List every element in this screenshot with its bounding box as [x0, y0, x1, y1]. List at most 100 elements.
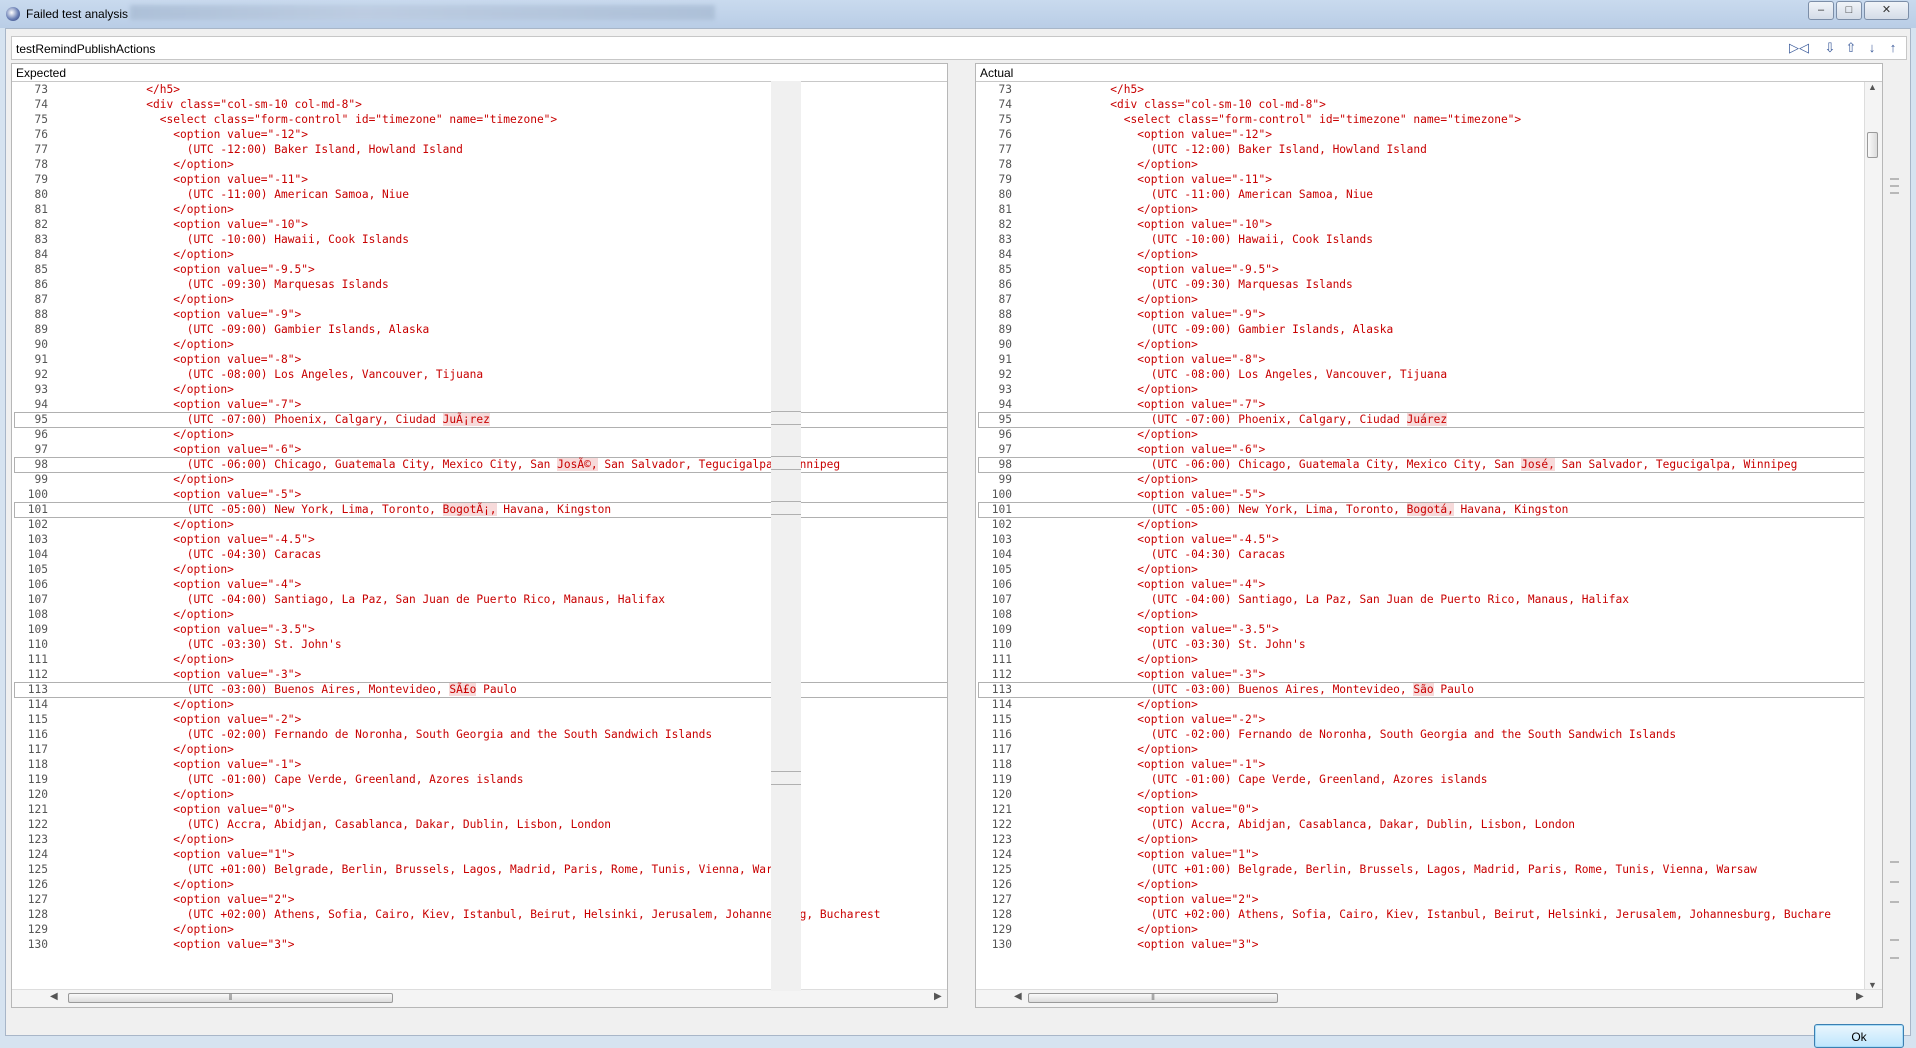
- line-text: </option>: [52, 607, 234, 622]
- scroll-left-icon[interactable]: ◀: [1014, 991, 1022, 1002]
- ok-button[interactable]: Ok: [1814, 1024, 1904, 1048]
- code-text: </option>: [52, 563, 234, 576]
- close-button[interactable]: ✕: [1864, 1, 1909, 20]
- code-text: (UTC -01:00) Cape Verde, Greenland, Azor…: [52, 773, 524, 786]
- scroll-right-icon[interactable]: ▶: [934, 991, 942, 1002]
- code-text: (UTC -03:00) Buenos Aires, Montevideo,: [1016, 683, 1414, 696]
- line-text: <option value="-7">: [1016, 397, 1265, 412]
- scroll-up-icon[interactable]: ▲: [1868, 82, 1877, 92]
- expected-pane: Expected 73 </h5> 74 <div class="col-sm-1…: [11, 63, 948, 1008]
- line-text: <option value="2">: [52, 892, 294, 907]
- code-text: </option>: [1016, 698, 1198, 711]
- code-text: <option value="-9">: [1016, 308, 1266, 321]
- maximize-button[interactable]: □: [1836, 1, 1862, 20]
- diff-overview-ruler[interactable]: [1883, 81, 1903, 989]
- line-number: 87: [998, 293, 1012, 306]
- code-text: <option value="-11">: [1016, 173, 1272, 186]
- scroll-right-icon[interactable]: ▶: [1856, 991, 1864, 1002]
- line-text: <option value="-4.5">: [52, 532, 314, 547]
- line-number: 128: [991, 908, 1012, 921]
- line-text: </option>: [52, 562, 234, 577]
- line-number: 73: [34, 83, 48, 96]
- actual-horizontal-scrollbar[interactable]: ◀ ⦀ ▶: [976, 989, 1882, 1007]
- code-text: </option>: [52, 248, 234, 261]
- actual-vertical-scrollbar[interactable]: ▲ ▼: [1864, 82, 1882, 990]
- expected-code-view[interactable]: 73 </h5> 74 <div class="col-sm-10 col-md-…: [12, 82, 947, 990]
- code-text: </option>: [1016, 428, 1198, 441]
- code-text: (UTC -09:00) Gambier Islands, Alaska: [52, 323, 430, 336]
- overview-marker: [1890, 861, 1899, 863]
- line-number: 127: [991, 893, 1012, 906]
- expected-horizontal-scrollbar[interactable]: ◀ ⦀ ▶: [12, 989, 947, 1007]
- code-text: </h5>: [1016, 83, 1144, 96]
- code-text: San Salvador, Tegucigalpa, Winnipeg: [1554, 458, 1798, 471]
- code-text: (UTC -10:00) Hawaii, Cook Islands: [52, 233, 409, 246]
- code-text: </option>: [52, 923, 234, 936]
- code-line: 126 </option>: [976, 877, 1865, 892]
- line-number: 86: [998, 278, 1012, 291]
- diff-line: 98 (UTC -06:00) Chicago, Guatemala City,…: [12, 457, 947, 473]
- code-line: 124 <option value="1">: [12, 847, 947, 862]
- previous-difference-icon[interactable]: ⇧: [1842, 39, 1860, 57]
- title-bar[interactable]: Failed test analysis – □ ✕: [0, 0, 1916, 28]
- line-text: </option>: [1016, 472, 1198, 487]
- close-icon: ✕: [1881, 4, 1892, 16]
- code-text: </option>: [52, 158, 234, 171]
- line-number: 104: [991, 548, 1012, 561]
- code-text: Havana, Kingston: [1453, 503, 1569, 516]
- line-number: 73: [998, 83, 1012, 96]
- line-number: 83: [998, 233, 1012, 246]
- line-number: 80: [34, 188, 48, 201]
- line-number: 114: [27, 698, 48, 711]
- line-text: </option>: [52, 517, 234, 532]
- next-change-icon[interactable]: ↓: [1863, 39, 1881, 57]
- line-number: 81: [998, 203, 1012, 216]
- code-line: 75 <select class="form-control" id="time…: [12, 112, 947, 127]
- line-number: 100: [27, 488, 48, 501]
- line-text: </option>: [52, 742, 234, 757]
- code-text: <option value="-8">: [52, 353, 302, 366]
- code-line: 94 <option value="-7">: [12, 397, 947, 412]
- code-line: 90 </option>: [976, 337, 1865, 352]
- line-number: 90: [34, 338, 48, 351]
- code-line: 86 (UTC -09:30) Marquesas Islands: [12, 277, 947, 292]
- code-line: 121 <option value="0">: [976, 802, 1865, 817]
- code-line: 89 (UTC -09:00) Gambier Islands, Alaska: [12, 322, 947, 337]
- next-difference-icon[interactable]: ⇩: [1821, 39, 1839, 57]
- line-text: (UTC -11:00) American Samoa, Niue: [52, 187, 409, 202]
- code-line: 117 </option>: [12, 742, 947, 757]
- diff-connector-band: [771, 771, 801, 785]
- line-number: 112: [991, 668, 1012, 681]
- copy-left-to-right-icon[interactable]: ▷◁: [1789, 39, 1809, 57]
- line-number: 79: [998, 173, 1012, 186]
- line-text: <option value="0">: [52, 802, 294, 817]
- minimize-button[interactable]: –: [1808, 1, 1834, 20]
- scroll-thumb[interactable]: ⦀: [68, 993, 393, 1003]
- actual-code-view[interactable]: 73 </h5> 74 <div class="col-sm-10 col-md-…: [976, 82, 1865, 990]
- line-text: </option>: [52, 877, 234, 892]
- code-text: San Salvador, Tegucigalpa, Winnipeg: [597, 458, 841, 471]
- code-line: 112 <option value="-3">: [976, 667, 1865, 682]
- line-number: 111: [27, 653, 48, 666]
- line-number: 118: [27, 758, 48, 771]
- code-line: 110 (UTC -03:30) St. John's: [12, 637, 947, 652]
- line-number: 97: [998, 443, 1012, 456]
- code-line: 74 <div class="col-sm-10 col-md-8">: [976, 97, 1865, 112]
- code-text: <option value="-2">: [1016, 713, 1266, 726]
- diff-connector-band: [771, 501, 801, 515]
- code-text: (UTC -07:00) Phoenix, Calgary, Ciudad: [1016, 413, 1407, 426]
- code-text: <option value="-1">: [52, 758, 302, 771]
- line-text: (UTC -04:00) Santiago, La Paz, San Juan …: [1016, 592, 1629, 607]
- code-text: <option value="-12">: [1016, 128, 1272, 141]
- scroll-left-icon[interactable]: ◀: [50, 991, 58, 1002]
- code-line: 116 (UTC -02:00) Fernando de Noronha, So…: [12, 727, 947, 742]
- scroll-thumb[interactable]: [1867, 132, 1878, 158]
- line-text: <option value="-9.5">: [1016, 262, 1278, 277]
- scroll-thumb[interactable]: ⦀: [1028, 993, 1278, 1003]
- previous-change-icon[interactable]: ↑: [1884, 39, 1902, 57]
- code-line: 127 <option value="2">: [12, 892, 947, 907]
- code-line: 129 </option>: [12, 922, 947, 937]
- code-line: 105 </option>: [976, 562, 1865, 577]
- code-text: <option value="-3">: [52, 668, 302, 681]
- overview-marker: [1890, 939, 1899, 941]
